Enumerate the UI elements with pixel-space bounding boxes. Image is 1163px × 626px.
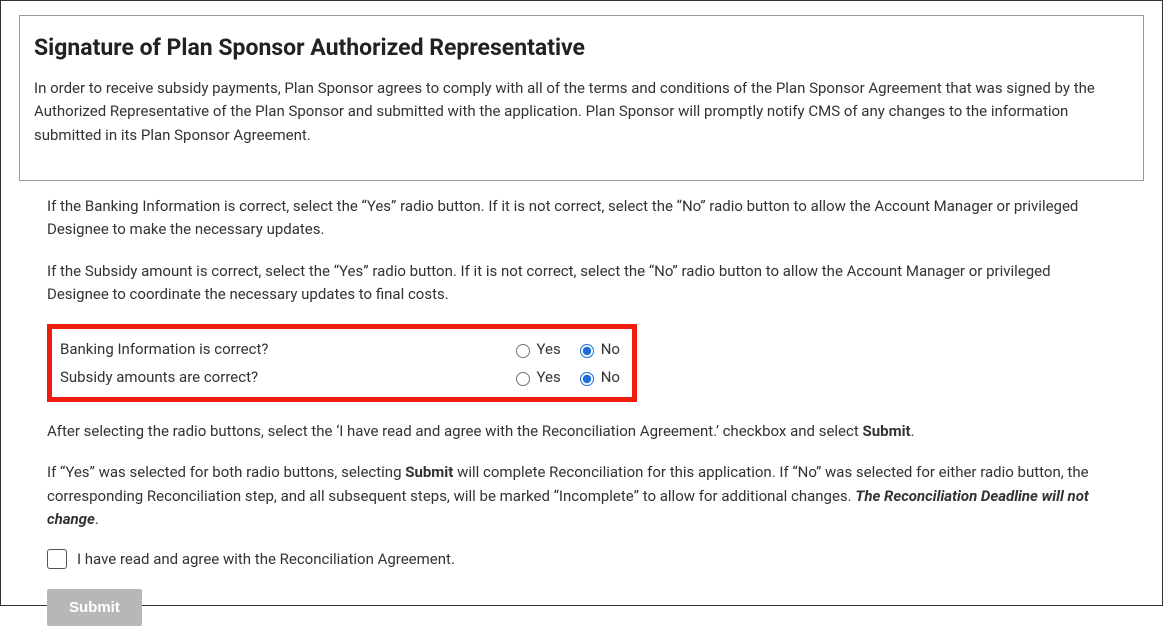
q2-yes-radio[interactable]	[516, 372, 530, 386]
text-bold: Submit	[863, 422, 911, 440]
q2-no-radio[interactable]	[580, 372, 594, 386]
q1-yes-option[interactable]: Yes	[511, 340, 561, 358]
radio-question-group: Banking Information is correct? Yes No S…	[47, 324, 637, 402]
text-fragment: After selecting the radio buttons, selec…	[47, 422, 863, 440]
question-subsidy-label: Subsidy amounts are correct?	[60, 368, 503, 386]
q2-yes-option[interactable]: Yes	[511, 368, 561, 386]
radio-label-yes: Yes	[537, 368, 561, 386]
radio-label-no: No	[601, 340, 620, 358]
q1-no-radio[interactable]	[580, 344, 594, 358]
radio-label-no: No	[601, 368, 620, 386]
radio-label-yes: Yes	[537, 340, 561, 358]
text-fragment: .	[911, 422, 915, 440]
q1-yes-radio[interactable]	[516, 344, 530, 358]
q2-no-option[interactable]: No	[575, 368, 620, 386]
agreement-checkbox[interactable]	[47, 549, 67, 569]
form-frame: Signature of Plan Sponsor Authorized Rep…	[0, 0, 1163, 606]
question-subsidy-row: Subsidy amounts are correct? Yes No	[60, 363, 620, 391]
text-fragment: If “Yes” was selected for both radio but…	[47, 463, 405, 481]
text-bold: Submit	[405, 463, 453, 481]
agreement-checkbox-label: I have read and agree with the Reconcili…	[77, 550, 455, 568]
instruction-after-select: After selecting the radio buttons, selec…	[19, 420, 1144, 443]
question-banking-label: Banking Information is correct?	[60, 340, 503, 358]
agreement-checkbox-row: I have read and agree with the Reconcili…	[47, 549, 1144, 569]
instruction-subsidy: If the Subsidy amount is correct, select…	[19, 260, 1144, 307]
agreement-scroll-panel[interactable]: Signature of Plan Sponsor Authorized Rep…	[19, 15, 1144, 181]
question-banking-row: Banking Information is correct? Yes No	[60, 335, 620, 363]
panel-heading: Signature of Plan Sponsor Authorized Rep…	[34, 34, 1117, 61]
panel-body-text: In order to receive subsidy payments, Pl…	[34, 77, 1117, 147]
q1-no-option[interactable]: No	[575, 340, 620, 358]
text-fragment: .	[95, 510, 99, 528]
instruction-banking: If the Banking Information is correct, s…	[19, 195, 1144, 242]
submit-button[interactable]: Submit	[47, 589, 142, 626]
instruction-yes-no-outcome: If “Yes” was selected for both radio but…	[19, 461, 1144, 531]
